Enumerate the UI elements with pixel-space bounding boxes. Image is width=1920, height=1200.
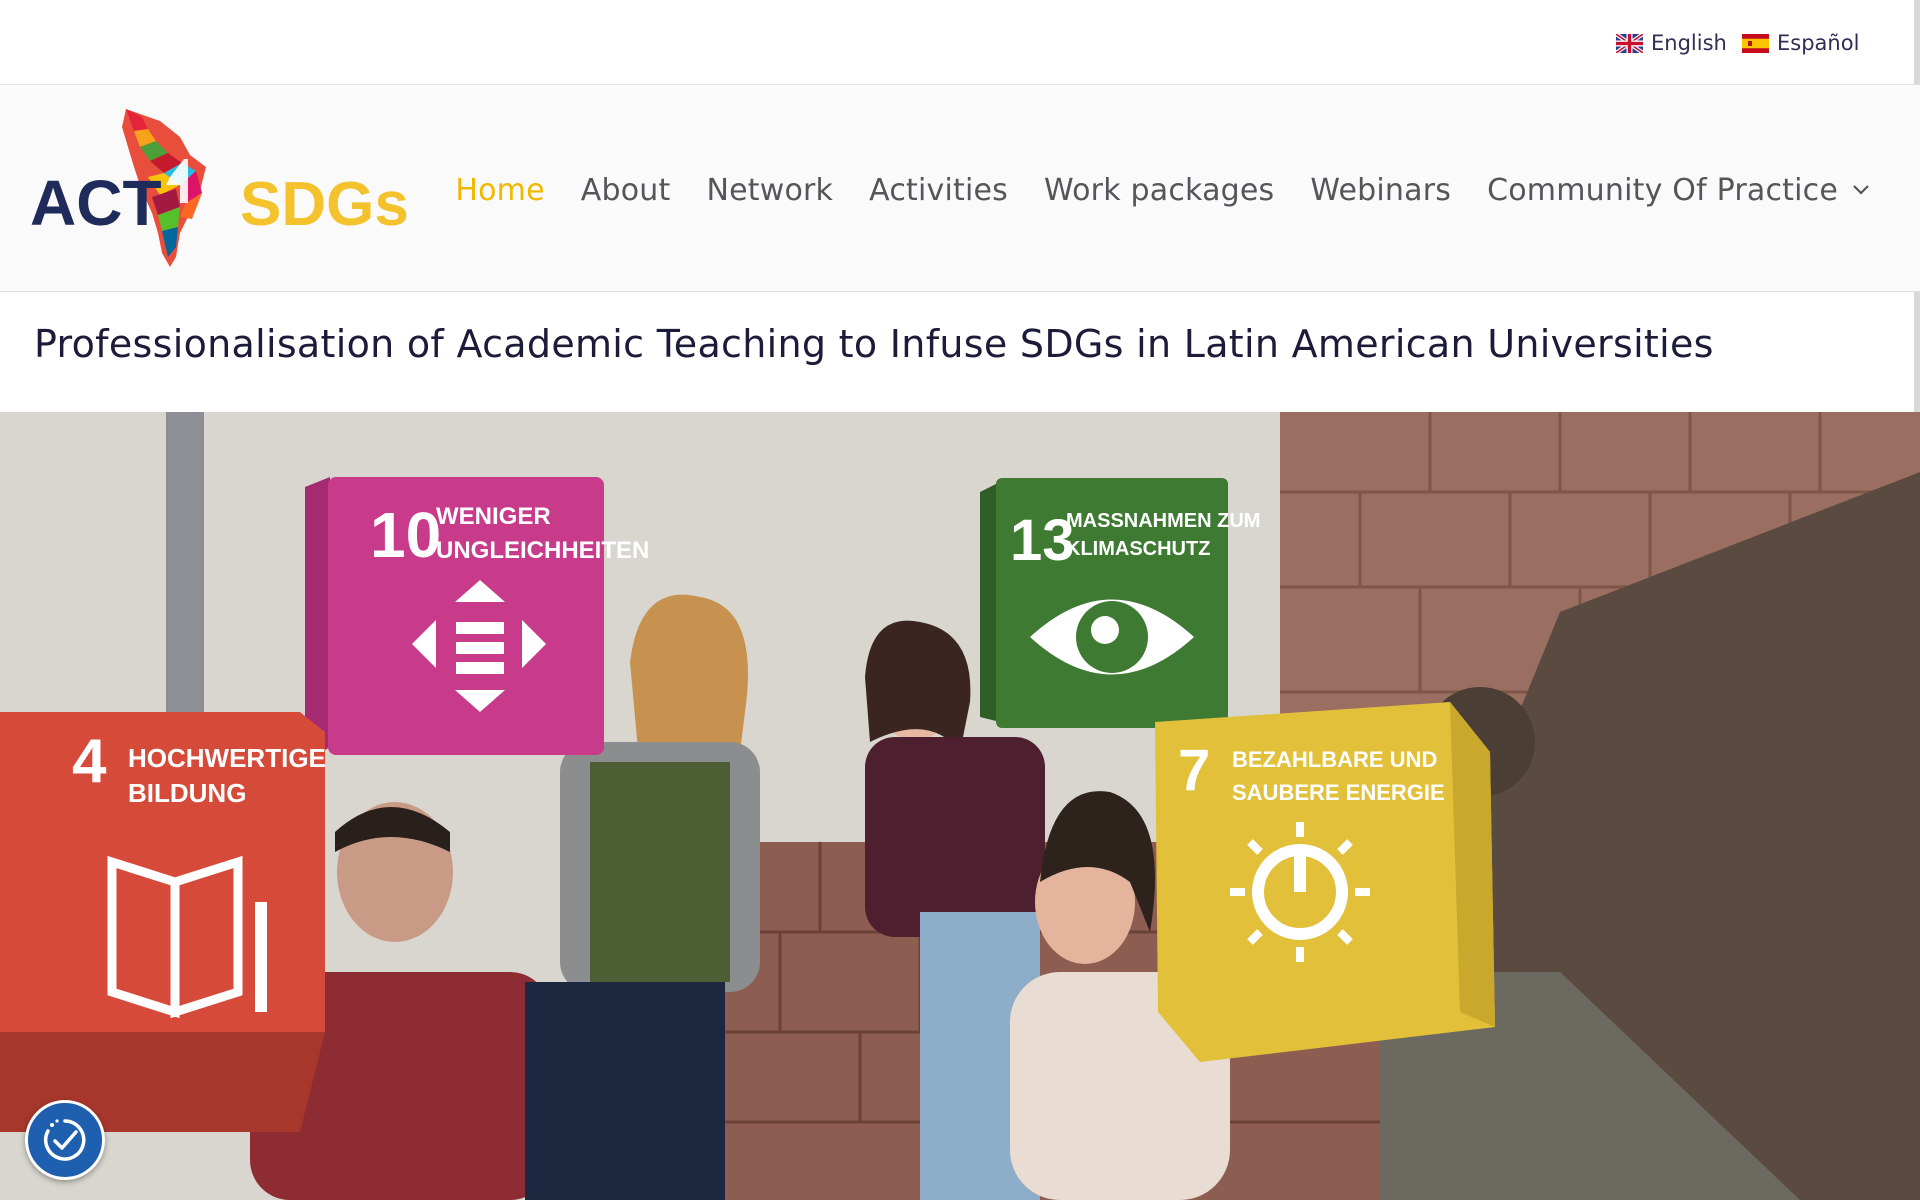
nav-item-work-packages[interactable]: Work packages (1044, 173, 1274, 208)
language-spanish-link[interactable]: Español (1742, 28, 1859, 58)
nav-item-network-label: Network (706, 172, 834, 208)
svg-text:KLIMASCHUTZ: KLIMASCHUTZ (1066, 538, 1210, 560)
nav-item-activities[interactable]: Activities (869, 173, 1008, 208)
chevron-down-icon (1853, 185, 1869, 195)
language-bar: English Español (0, 0, 1920, 85)
language-english-label: English (1651, 31, 1727, 55)
svg-text:13: 13 (1010, 508, 1075, 573)
accessibility-button[interactable] (25, 1100, 105, 1180)
main-navigation: Home About Network Activities Work packa… (455, 168, 1870, 212)
sdg-cube-7: 7 BEZAHLBARE UND SAUBERE ENERGIE (1155, 702, 1495, 1062)
sdg-cube-10: 10 WENIGER UNGLEICHHEITEN (305, 477, 649, 762)
nav-item-community-of-practice[interactable]: Community Of Practice (1487, 173, 1870, 208)
nav-item-community-of-practice-label: Community Of Practice (1487, 172, 1838, 208)
sdg-cube-4: 4 HOCHWERTIGE BILDUNG (0, 712, 326, 1132)
svg-text:UNGLEICHHEITEN: UNGLEICHHEITEN (436, 537, 649, 564)
uk-flag-icon (1616, 33, 1643, 53)
nav-item-about[interactable]: About (581, 173, 671, 208)
sdg-cube-13: 13 MASSNAHMEN ZUM KLIMASCHUTZ (980, 478, 1260, 728)
nav-item-webinars[interactable]: Webinars (1310, 173, 1451, 208)
nav-item-network[interactable]: Network (706, 173, 833, 208)
svg-text:SDGs: SDGs (240, 170, 409, 239)
svg-text:SAUBERE ENERGIE: SAUBERE ENERGIE (1232, 780, 1445, 805)
nav-item-activities-label: Activities (869, 172, 1008, 208)
logo-latin-america-map-icon: ACT SDGs (30, 109, 409, 267)
nav-item-home[interactable]: Home (455, 173, 544, 208)
svg-text:BILDUNG: BILDUNG (128, 778, 246, 808)
nav-item-webinars-label: Webinars (1310, 172, 1452, 208)
svg-text:7: 7 (1178, 738, 1210, 803)
nav-item-home-label: Home (455, 172, 545, 208)
site-header: ACT SDGs Home About Network Activities W… (0, 85, 1920, 292)
nav-item-about-label: About (580, 172, 671, 208)
svg-text:WENIGER: WENIGER (436, 503, 551, 530)
page-tagline: Professionalisation of Academic Teaching… (34, 322, 1714, 366)
svg-text:4: 4 (72, 727, 107, 796)
svg-text:10: 10 (370, 499, 441, 571)
svg-text:ACT: ACT (30, 167, 162, 239)
language-spanish-label: Español (1777, 31, 1860, 55)
accessibility-check-icon (44, 1119, 86, 1161)
svg-text:MASSNAHMEN ZUM: MASSNAHMEN ZUM (1066, 510, 1260, 532)
hero-photo-illustration: 10 WENIGER UNGLEICHHEITEN 4 HOCHWERTIGE … (0, 412, 1920, 1200)
language-english-link[interactable]: English (1616, 28, 1727, 58)
site-logo[interactable]: ACT SDGs (30, 107, 430, 267)
nav-item-work-packages-label: Work packages (1044, 172, 1275, 208)
hero-image: 10 WENIGER UNGLEICHHEITEN 4 HOCHWERTIGE … (0, 412, 1920, 1200)
svg-text:BEZAHLBARE UND: BEZAHLBARE UND (1232, 747, 1437, 772)
svg-text:HOCHWERTIGE: HOCHWERTIGE (128, 743, 326, 773)
spain-flag-icon (1742, 33, 1769, 53)
